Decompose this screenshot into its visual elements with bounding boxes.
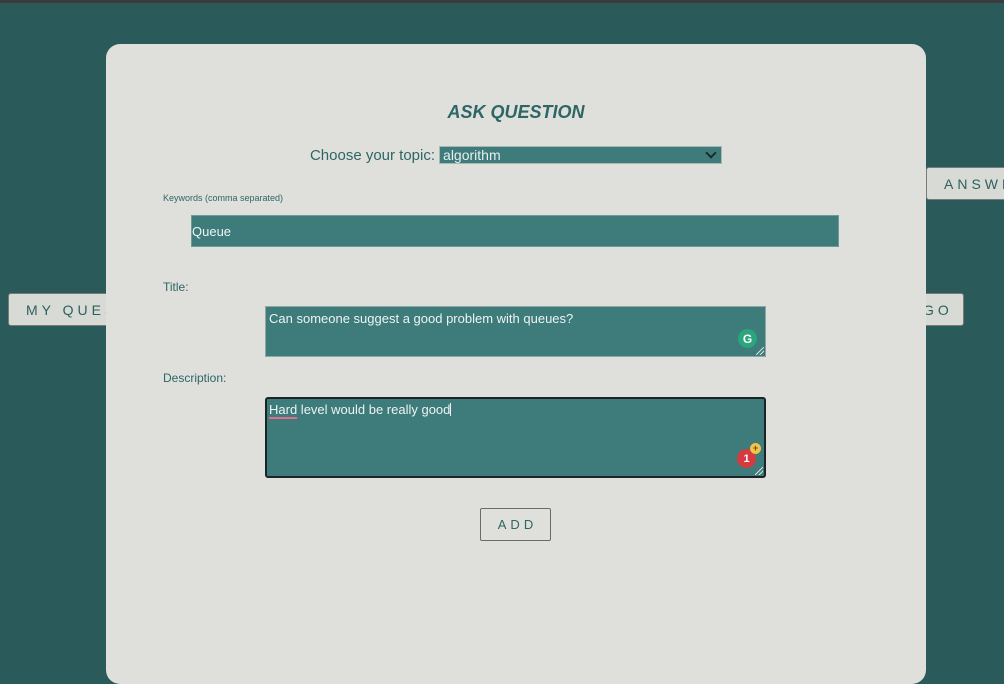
chevron-down-icon — [705, 146, 717, 159]
plus-icon[interactable]: + — [750, 443, 761, 454]
answer-button-label: ANSWE — [944, 175, 1004, 192]
my-questions-button[interactable]: MY QUES — [8, 293, 118, 326]
misspelled-word[interactable]: Hard — [269, 402, 297, 417]
keywords-value: Queue — [192, 223, 232, 239]
grammarly-issue-count: 1 — [743, 452, 750, 465]
resize-handle-icon[interactable] — [755, 467, 763, 475]
answer-questions-button[interactable]: ANSWE — [926, 167, 1004, 200]
description-value: level would be really good — [297, 402, 451, 417]
add-button[interactable]: ADD — [480, 508, 551, 541]
title-value: Can someone suggest a good problem with … — [269, 311, 574, 326]
topic-row: Choose your topic: algorithm — [106, 146, 926, 164]
go-button-label: GO — [923, 301, 953, 318]
grammarly-icon[interactable]: G — [738, 329, 757, 348]
topic-selected-value: algorithm — [443, 147, 501, 163]
modal-title: ASK QUESTION — [447, 102, 585, 122]
description-textarea[interactable]: Hard level would be really good 1 + — [265, 397, 766, 478]
title-textarea[interactable]: Can someone suggest a good problem with … — [265, 306, 766, 357]
resize-handle-icon[interactable] — [756, 347, 764, 355]
topic-label: Choose your topic: — [309, 146, 436, 164]
top-border — [0, 0, 1004, 3]
topic-select[interactable]: algorithm — [439, 146, 723, 164]
description-label: Description: — [163, 371, 227, 385]
keywords-input[interactable]: Queue — [191, 215, 839, 247]
ask-question-modal: ASK QUESTION Choose your topic: algorith… — [106, 44, 926, 684]
add-button-label: ADD — [497, 517, 538, 532]
keywords-label: Keywords (comma separated) — [163, 193, 284, 203]
plus-glyph: + — [752, 443, 759, 453]
my-questions-label: MY QUES — [26, 301, 118, 318]
text-caret — [450, 403, 452, 416]
title-label: Title: — [163, 280, 189, 294]
grammarly-letter: G — [742, 331, 753, 346]
